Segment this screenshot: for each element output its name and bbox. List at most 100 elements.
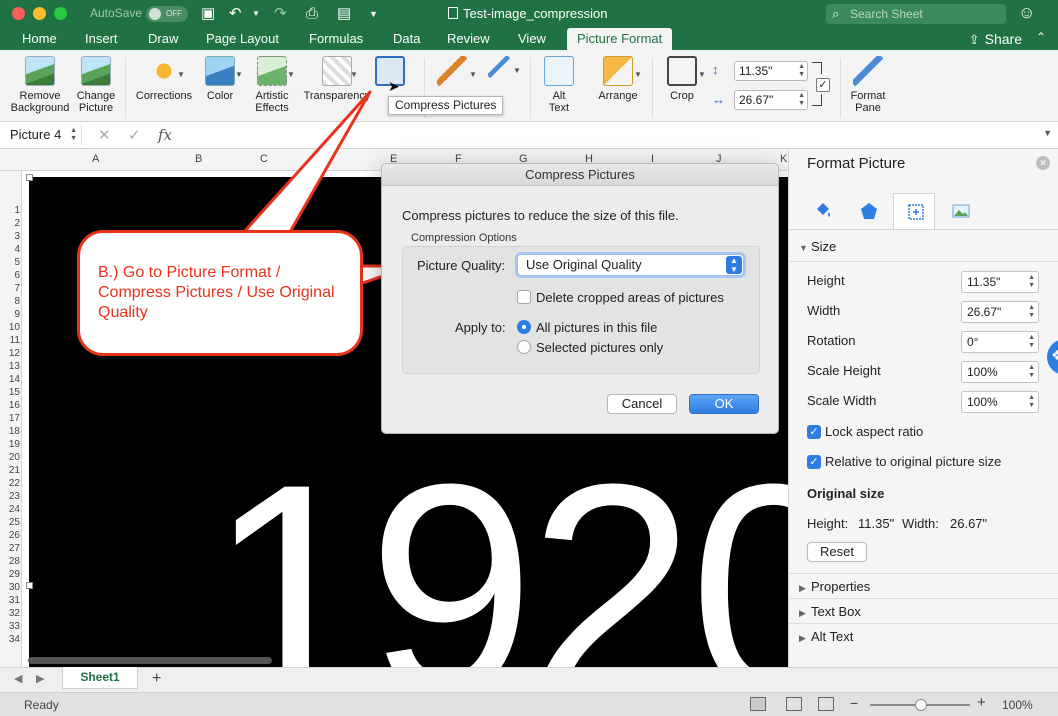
row-header[interactable]: 11 (0, 335, 20, 346)
insert-function-icon[interactable]: fx (158, 126, 172, 144)
row-header[interactable]: 10 (0, 322, 20, 333)
size-section-header[interactable]: ▼ Size (799, 239, 836, 254)
minimize-window-button[interactable] (33, 7, 46, 20)
color-dropdown-icon[interactable]: ▼ (235, 70, 243, 79)
artistic-effects-button[interactable]: Artistic Effects (251, 56, 293, 114)
shape-width-field[interactable]: 26.67" ▲ ▼ (734, 90, 808, 110)
row-header[interactable]: 27 (0, 543, 20, 554)
row-header[interactable]: 4 (0, 244, 20, 255)
height-stepper[interactable]: ▲ ▼ (798, 63, 805, 79)
tab-review[interactable]: Review (437, 28, 500, 50)
ok-button[interactable]: OK (689, 394, 759, 414)
page-layout-view-icon[interactable] (786, 697, 802, 711)
scale-width-field[interactable]: 100% ▲ ▼ (961, 391, 1039, 413)
height-field-stepper[interactable]: ▲ ▼ (1028, 274, 1035, 290)
row-header[interactable]: 3 (0, 231, 20, 242)
row-header[interactable]: 13 (0, 361, 20, 372)
picture-styles-dropdown-icon[interactable]: ▼ (469, 70, 477, 79)
arrange-dropdown-icon[interactable]: ▼ (634, 70, 642, 79)
tab-data[interactable]: Data (383, 28, 430, 50)
row-header[interactable]: 7 (0, 283, 20, 294)
width-stepper[interactable]: ▲ ▼ (798, 92, 805, 108)
undo-dropdown-icon[interactable]: ▼ (252, 4, 260, 24)
rotation-field-stepper[interactable]: ▲ ▼ (1028, 334, 1035, 350)
zoom-window-button[interactable] (54, 7, 67, 20)
tab-size-properties[interactable] (893, 193, 935, 229)
dropbox-badge-icon[interactable] (1047, 339, 1058, 375)
arrange-button[interactable]: Arrange (594, 56, 642, 102)
row-header[interactable]: 22 (0, 478, 20, 489)
tab-insert[interactable]: Insert (75, 28, 128, 50)
apply-all-label[interactable]: All pictures in this file (536, 320, 657, 335)
autosave-toggle[interactable]: OFF (146, 6, 188, 22)
reset-button[interactable]: Reset (807, 542, 867, 562)
column-header[interactable]: K (780, 153, 787, 165)
customize-toolbar-icon[interactable]: ▼ (369, 4, 378, 24)
sheet-tab-sheet1[interactable]: Sheet1 (62, 667, 138, 689)
lock-aspect-ratio-label[interactable]: Lock aspect ratio (825, 424, 923, 439)
row-header[interactable]: 15 (0, 387, 20, 398)
change-picture-button[interactable]: Change Picture (74, 56, 118, 114)
expand-formula-bar-icon[interactable]: ▼ (1043, 128, 1052, 138)
column-header[interactable]: B (195, 153, 202, 165)
lock-aspect-checkbox[interactable]: ✓ (816, 78, 830, 92)
delete-cropped-label[interactable]: Delete cropped areas of pictures (536, 290, 724, 305)
tab-picture-format[interactable]: Picture Format (567, 28, 673, 50)
tab-page-layout[interactable]: Page Layout (196, 28, 289, 50)
previous-sheet-icon[interactable]: ◀ (14, 672, 22, 685)
scale-width-stepper[interactable]: ▲ ▼ (1028, 394, 1035, 410)
width-field-stepper[interactable]: ▲ ▼ (1028, 304, 1035, 320)
row-header[interactable]: 25 (0, 517, 20, 528)
transparency-dropdown-icon[interactable]: ▼ (350, 70, 358, 79)
normal-view-icon[interactable] (750, 697, 766, 711)
row-header[interactable]: 9 (0, 309, 20, 320)
rotation-field[interactable]: 0° ▲ ▼ (961, 331, 1039, 353)
feedback-smiley-icon[interactable]: ☺ (1018, 3, 1035, 23)
apply-selected-label[interactable]: Selected pictures only (536, 340, 663, 355)
share-button[interactable]: ⇪ Share (969, 28, 1022, 50)
color-button[interactable]: Color (202, 56, 238, 102)
relative-original-checkbox[interactable]: ✓ (807, 455, 821, 469)
name-box-stepper[interactable]: ▲ ▼ (70, 127, 77, 143)
collapse-ribbon-icon[interactable]: ⌃ (1036, 30, 1046, 44)
text-box-section-header[interactable]: ▶ Text Box (799, 604, 861, 619)
row-header[interactable]: 24 (0, 504, 20, 515)
zoom-out-icon[interactable]: − (850, 695, 858, 711)
corrections-dropdown-icon[interactable]: ▼ (177, 70, 185, 79)
picture-styles-button[interactable] (434, 56, 470, 90)
row-header[interactable]: 31 (0, 595, 20, 606)
column-header[interactable]: A (92, 153, 99, 165)
picture-quality-select[interactable]: Use Original Quality ▲ ▼ (517, 254, 744, 276)
save-icon[interactable]: ▣ (201, 4, 215, 24)
undo-icon[interactable]: ↶ (229, 4, 242, 24)
close-pane-icon[interactable]: ✕ (1036, 156, 1050, 170)
row-header[interactable]: 18 (0, 426, 20, 437)
row-header[interactable]: 28 (0, 556, 20, 567)
row-header[interactable]: 20 (0, 452, 20, 463)
next-sheet-icon[interactable]: ▶ (36, 672, 44, 685)
lock-aspect-ratio-checkbox[interactable]: ✓ (807, 425, 821, 439)
picture-border-dropdown-icon[interactable]: ▼ (513, 66, 521, 75)
delete-cropped-checkbox[interactable] (517, 290, 531, 304)
alt-text-button[interactable]: Alt Text (540, 56, 578, 114)
print-icon[interactable]: ⎙ (306, 4, 318, 24)
row-header[interactable]: 16 (0, 400, 20, 411)
row-header[interactable]: 8 (0, 296, 20, 307)
row-header[interactable]: 6 (0, 270, 20, 281)
zoom-in-icon[interactable]: + (977, 694, 986, 711)
confirm-formula-icon[interactable]: ✓ (128, 126, 141, 144)
row-header[interactable]: 5 (0, 257, 20, 268)
transparency-button[interactable]: Transparency (300, 56, 374, 102)
format-pane-button[interactable]: Format Pane (846, 56, 890, 114)
apply-selected-radio[interactable] (517, 340, 531, 354)
row-header[interactable]: 23 (0, 491, 20, 502)
tab-effects[interactable] (847, 193, 889, 229)
row-header[interactable]: 33 (0, 621, 20, 632)
row-header[interactable]: 19 (0, 439, 20, 450)
resize-handle-mid-left[interactable] (26, 582, 33, 589)
row-header[interactable]: 1 (0, 205, 20, 216)
redo-icon[interactable]: ↷ (274, 4, 287, 24)
apply-all-radio[interactable] (517, 320, 531, 334)
tab-formulas[interactable]: Formulas (299, 28, 373, 50)
relative-original-label[interactable]: Relative to original picture size (825, 454, 1001, 469)
